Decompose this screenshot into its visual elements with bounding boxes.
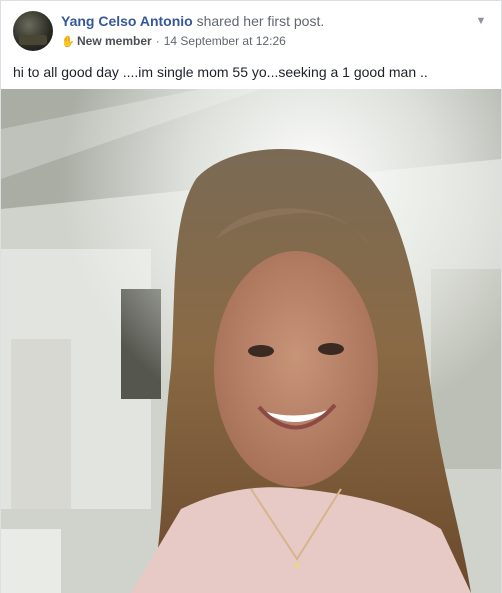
author-name-link[interactable]: Yang Celso Antonio <box>61 13 193 29</box>
post-timestamp[interactable]: 14 September at 12:26 <box>164 34 286 48</box>
post-text: hi to all good day ....im single mom 55 … <box>13 64 428 80</box>
new-member-badge[interactable]: New member <box>77 34 152 48</box>
post-header: Yang Celso Antonio shared her first post… <box>13 11 489 53</box>
post-photo[interactable] <box>1 89 501 593</box>
feed-post: Yang Celso Antonio shared her first post… <box>0 0 502 593</box>
chevron-down-icon[interactable]: ▼ <box>473 13 489 29</box>
selfie-illustration <box>1 89 501 593</box>
post-action-text: shared her first post. <box>196 13 325 29</box>
meta-separator: · <box>155 34 160 48</box>
avatar[interactable] <box>13 11 53 51</box>
post-title-line: Yang Celso Antonio shared her first post… <box>61 12 324 30</box>
wave-icon: ✋ <box>61 36 75 48</box>
post-meta: ✋ New member · 14 September at 12:26 <box>61 33 286 50</box>
